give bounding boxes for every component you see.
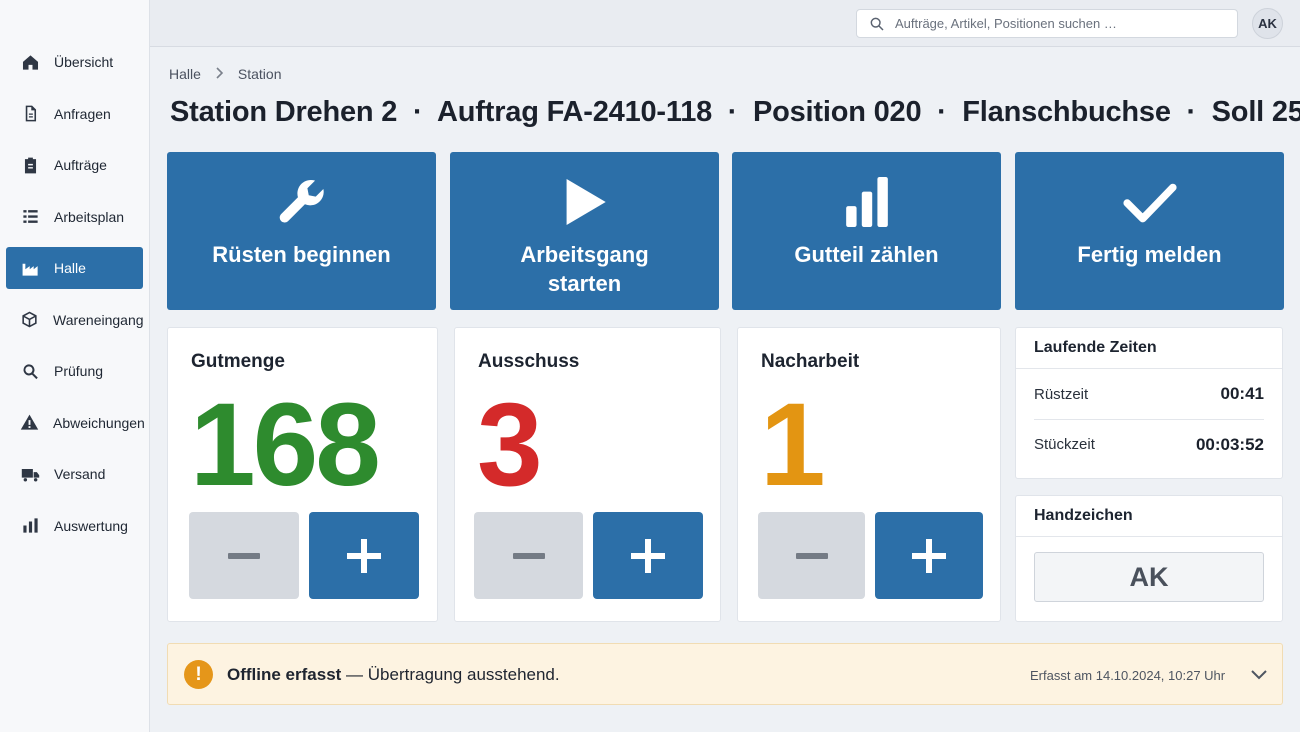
time-label: Stückzeit — [1034, 436, 1095, 453]
time-label: Rüstzeit — [1034, 385, 1089, 403]
running-times-card: Laufende Zeiten Rüstzeit 00:41 Stückzeit… — [1015, 327, 1283, 479]
warning-icon — [20, 413, 39, 433]
piece-time-row: Stückzeit 00:03:52 — [1034, 419, 1264, 469]
signature-field[interactable]: AK — [1034, 552, 1264, 602]
sidebar-item-auswertung[interactable]: Auswertung — [6, 505, 143, 547]
banner-status: Offline erfasst — [227, 665, 342, 684]
minus-icon — [795, 552, 828, 559]
bar-chart-icon — [837, 176, 897, 228]
checkmark-icon — [1120, 176, 1180, 228]
breadcrumb-item-halle[interactable]: Halle — [169, 66, 201, 82]
minus-icon — [512, 552, 545, 559]
truck-icon — [20, 464, 40, 484]
sidebar-item-abweichungen[interactable]: Abweichungen — [6, 402, 145, 444]
sidebar-item-label: Versand — [54, 466, 106, 482]
banner-message: Offline erfasst — Übertragung ausstehend… — [227, 665, 560, 685]
action-label: Arbeitsgang starten — [520, 242, 649, 296]
action-label: Rüsten beginnen — [212, 242, 391, 267]
sidebar-item-anfragen[interactable]: Anfragen — [6, 93, 143, 135]
sidebar-item-label: Aufträge — [54, 157, 107, 173]
page-title: Station Drehen 2 · Auftrag FA-2410-118 ·… — [170, 96, 1300, 128]
box-icon — [20, 310, 39, 330]
sidebar-item-label: Arbeitsplan — [54, 208, 125, 225]
sidebar-item-halle[interactable]: Halle — [6, 247, 143, 289]
card-title: Nacharbeit — [761, 351, 860, 372]
wrench-icon — [272, 176, 332, 228]
plus-icon — [631, 538, 665, 573]
scrap-value: 3 — [477, 379, 543, 511]
good-quantity-card: Gutmenge 168 — [167, 327, 438, 622]
piece-time-value: 00:03:52 — [1195, 434, 1264, 454]
setup-time-row: Rüstzeit 00:41 — [1034, 369, 1264, 419]
card-title: Laufende Zeiten — [1016, 328, 1282, 369]
breadcrumb-item-station: Station — [237, 66, 282, 82]
sidebar-item-pruefung[interactable]: Prüfung — [6, 350, 143, 392]
report-done-button[interactable]: Fertig melden — [1015, 152, 1284, 310]
good-increment-button[interactable] — [309, 512, 419, 599]
rework-card: Nacharbeit 1 — [737, 327, 1001, 622]
plus-icon — [347, 538, 381, 573]
card-title: Handzeichen — [1016, 496, 1282, 537]
warning-icon: ! — [184, 660, 213, 689]
sidebar-item-label: Anfragen — [54, 105, 111, 122]
minus-icon — [228, 552, 260, 559]
banner-detail: — Übertragung ausstehend. — [341, 665, 560, 684]
chevron-down-icon[interactable] — [1249, 664, 1269, 684]
play-icon — [555, 176, 615, 228]
search-icon — [870, 17, 884, 31]
signature-card: Handzeichen AK — [1015, 495, 1283, 622]
search-input[interactable] — [895, 16, 1215, 31]
action-label: Gutteil zählen — [794, 242, 939, 267]
factory-icon — [20, 258, 40, 278]
user-avatar[interactable]: AK — [1252, 8, 1283, 39]
document-icon — [20, 104, 40, 124]
search-icon — [20, 361, 40, 381]
sidebar-item-label: Übersicht — [54, 54, 114, 70]
bar-chart-icon — [20, 516, 40, 536]
setup-time-value: 00:41 — [1220, 384, 1264, 403]
scrap-increment-button[interactable] — [593, 512, 703, 599]
sidebar-item-label: Wareneingang — [53, 311, 144, 328]
operation-start-button[interactable]: Arbeitsgang starten — [450, 152, 719, 310]
count-good-part-button[interactable]: Gutteil zählen — [732, 152, 1001, 310]
sidebar-item-wareneingang[interactable]: Wareneingang — [6, 299, 144, 341]
scrap-card: Ausschuss 3 — [454, 327, 721, 622]
banner-timestamp: Erfasst am 14.10.2024, 10:27 Uhr — [1030, 668, 1226, 683]
sidebar-item-label: Prüfung — [54, 363, 104, 379]
sidebar-item-arbeitsplan[interactable]: Arbeitsplan — [6, 196, 143, 238]
rework-decrement-button[interactable] — [758, 512, 865, 599]
list-icon — [20, 207, 40, 227]
offline-banner: ! Offline erfasst — Übertragung ausstehe… — [167, 643, 1283, 705]
sidebar-item-label: Halle — [54, 260, 86, 276]
sidebar-item-uebersicht[interactable]: Übersicht — [6, 41, 143, 83]
sidebar: Übersicht Anfragen Aufträge Arbeitsplan … — [0, 0, 150, 732]
action-label: Fertig melden — [1077, 242, 1222, 267]
good-quantity-value: 168 — [190, 379, 381, 511]
rework-value: 1 — [760, 379, 826, 511]
good-decrement-button[interactable] — [189, 512, 299, 599]
scrap-decrement-button[interactable] — [474, 512, 583, 599]
search-box[interactable] — [856, 9, 1238, 38]
rework-increment-button[interactable] — [875, 512, 983, 599]
breadcrumb: Halle Station — [169, 66, 282, 82]
card-title: Gutmenge — [191, 351, 285, 372]
card-title: Ausschuss — [478, 351, 580, 372]
plus-icon — [912, 538, 946, 573]
home-icon — [20, 52, 40, 72]
topbar: AK — [150, 0, 1300, 47]
sidebar-item-versand[interactable]: Versand — [6, 453, 143, 495]
sidebar-item-label: Auswertung — [54, 517, 128, 534]
clipboard-icon — [20, 155, 40, 175]
chevron-right-icon — [215, 66, 224, 82]
sidebar-item-auftraege[interactable]: Aufträge — [6, 144, 143, 186]
sidebar-item-label: Abweichungen — [53, 414, 145, 431]
setup-start-button[interactable]: Rüsten beginnen — [167, 152, 436, 310]
